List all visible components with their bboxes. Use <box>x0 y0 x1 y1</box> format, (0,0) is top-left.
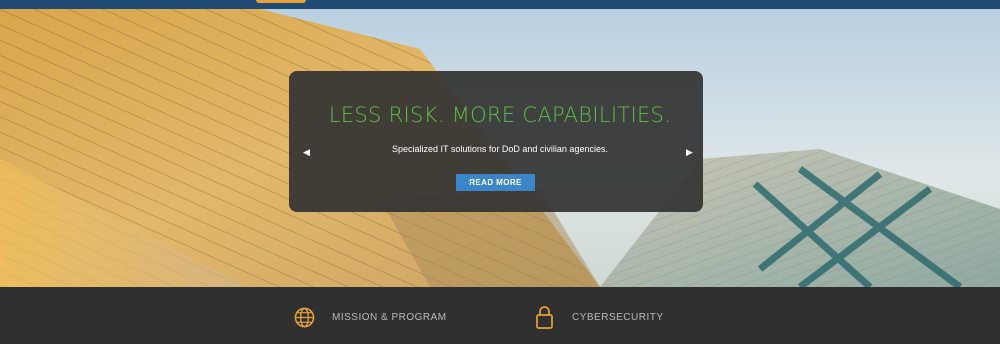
services-bar <box>0 287 1000 344</box>
hero-headline: LESS RISK. MORE CAPABILITIES. <box>328 103 672 127</box>
partial-service-icon <box>298 339 308 344</box>
lock-icon <box>536 305 553 329</box>
right-arrow-icon[interactable]: ▶ <box>686 148 693 157</box>
service-item-cybersecurity[interactable]: CYBERSECURITY <box>536 305 664 329</box>
partial-service-icon <box>534 338 552 344</box>
service-item-mission[interactable]: MISSION & PROGRAM <box>294 307 447 328</box>
read-more-button[interactable]: READ MORE <box>456 174 535 191</box>
hero-tagline: Specialized IT solutions for DoD and civ… <box>392 144 608 154</box>
service-label: MISSION & PROGRAM <box>332 312 447 323</box>
left-arrow-icon[interactable]: ◀ <box>303 148 310 157</box>
globe-icon <box>294 307 315 328</box>
nav-active-tab[interactable] <box>256 0 306 3</box>
service-label: CYBERSECURITY <box>572 311 664 323</box>
top-navbar <box>0 0 1000 9</box>
